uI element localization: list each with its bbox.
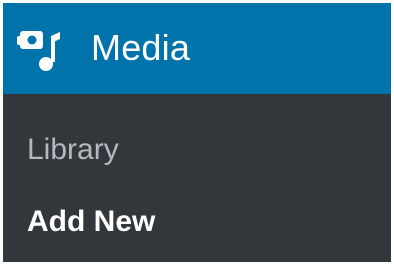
menu-title: Media: [91, 27, 191, 68]
submenu-item-add-new[interactable]: Add New: [27, 204, 155, 240]
submenu-item-library[interactable]: Library: [27, 132, 119, 168]
admin-menu-panel: Media Library Add New: [3, 3, 391, 262]
menu-item-media[interactable]: Media: [3, 3, 391, 94]
media-submenu: Library Add New: [3, 94, 391, 262]
media-icon: [17, 31, 60, 71]
